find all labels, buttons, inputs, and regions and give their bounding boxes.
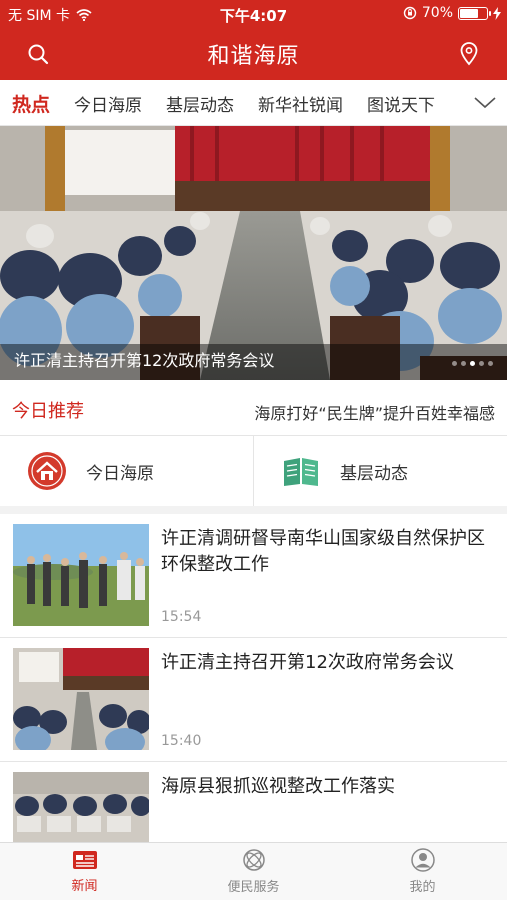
newspaper-icon	[280, 450, 322, 492]
channel-fade	[427, 80, 467, 125]
service-icon	[242, 849, 265, 871]
nav-bar: 和谐海原	[0, 28, 507, 80]
tab-label: 便民服务	[227, 880, 280, 895]
carousel-indicators	[452, 361, 493, 366]
channel-tabs: 热点 今日海原 基层动态 新华社锐闻 图说天下	[12, 80, 435, 125]
news-time: 15:54	[161, 609, 202, 625]
tab-news[interactable]: 新闻	[0, 843, 169, 900]
rotation-lock-icon	[403, 6, 417, 20]
carousel-dot[interactable]	[470, 361, 475, 366]
newspaper-icon	[72, 851, 97, 869]
news-thumbnail	[13, 772, 149, 842]
news-title: 海原县狠抓巡视整改工作落实	[161, 776, 395, 797]
channel-tab[interactable]: 基层动态	[166, 91, 234, 116]
chevron-down-icon	[474, 97, 496, 109]
news-thumbnail	[13, 648, 149, 750]
carousel-dot[interactable]	[461, 361, 466, 366]
carousel-dot[interactable]	[452, 361, 457, 366]
tab-label: 新闻	[71, 879, 98, 894]
carousel-dot[interactable]	[479, 361, 484, 366]
quick-links: 今日海原 基层动态	[0, 436, 507, 514]
channel-expand-button[interactable]	[463, 80, 507, 125]
channel-tab[interactable]: 热点	[12, 90, 50, 117]
battery-icon	[458, 6, 491, 20]
news-item[interactable]: 海原县狠抓巡视整改工作落实	[0, 762, 507, 842]
channel-tab[interactable]: 今日海原	[74, 91, 142, 116]
news-list: 许正清调研督导南华山国家级自然保护区环保整改工作 15:54 许正清主持召开第1…	[0, 514, 507, 842]
channel-tab[interactable]: 图说天下	[367, 91, 435, 116]
news-title: 许正清主持召开第12次政府常务会议	[161, 652, 454, 673]
tab-label: 我的	[409, 880, 436, 895]
recommend-row[interactable]: 今日推荐 海原打好“民生牌”提升百姓幸福感	[0, 380, 507, 436]
charging-bolt-icon	[493, 6, 501, 20]
hero-carousel[interactable]: 许正清主持召开第12次政府常务会议	[0, 126, 507, 380]
news-title: 许正清调研督导南华山国家级自然保护区环保整改工作	[161, 528, 485, 575]
house-icon	[26, 450, 68, 492]
user-icon	[410, 848, 435, 872]
quick-link-today[interactable]: 今日海原	[0, 436, 253, 506]
hero-image	[0, 126, 507, 380]
bottom-tab-bar: 新闻 便民服务 我的	[0, 842, 507, 900]
status-right: 70%	[403, 5, 501, 21]
hero-caption: 许正清主持召开第12次政府常务会议	[14, 351, 275, 370]
news-time: 15:40	[161, 733, 202, 749]
tab-services[interactable]: 便民服务	[169, 843, 338, 900]
quick-link-label: 基层动态	[340, 463, 408, 484]
news-thumbnail	[13, 524, 149, 626]
battery-percent: 70%	[421, 5, 453, 21]
quick-link-label: 今日海原	[86, 463, 154, 484]
news-item[interactable]: 许正清调研督导南华山国家级自然保护区环保整改工作 15:54	[0, 514, 507, 638]
channel-bar: 热点 今日海原 基层动态 新华社锐闻 图说天下	[0, 80, 507, 126]
app-title: 和谐海原	[207, 44, 300, 69]
tab-profile[interactable]: 我的	[338, 843, 507, 900]
location-pin-icon	[460, 42, 478, 66]
news-item[interactable]: 许正清主持召开第12次政府常务会议 15:40	[0, 638, 507, 762]
channel-tab[interactable]: 新华社锐闻	[258, 91, 343, 116]
location-button[interactable]	[453, 38, 485, 70]
carousel-dot[interactable]	[488, 361, 493, 366]
quick-link-grassroots[interactable]: 基层动态	[253, 436, 507, 506]
recommend-headline[interactable]: 海原打好“民生牌”提升百姓幸福感	[254, 400, 495, 424]
status-bar: 无 SIM 卡 下午4:07 70%	[0, 0, 507, 28]
recommend-label: 今日推荐	[12, 401, 84, 422]
